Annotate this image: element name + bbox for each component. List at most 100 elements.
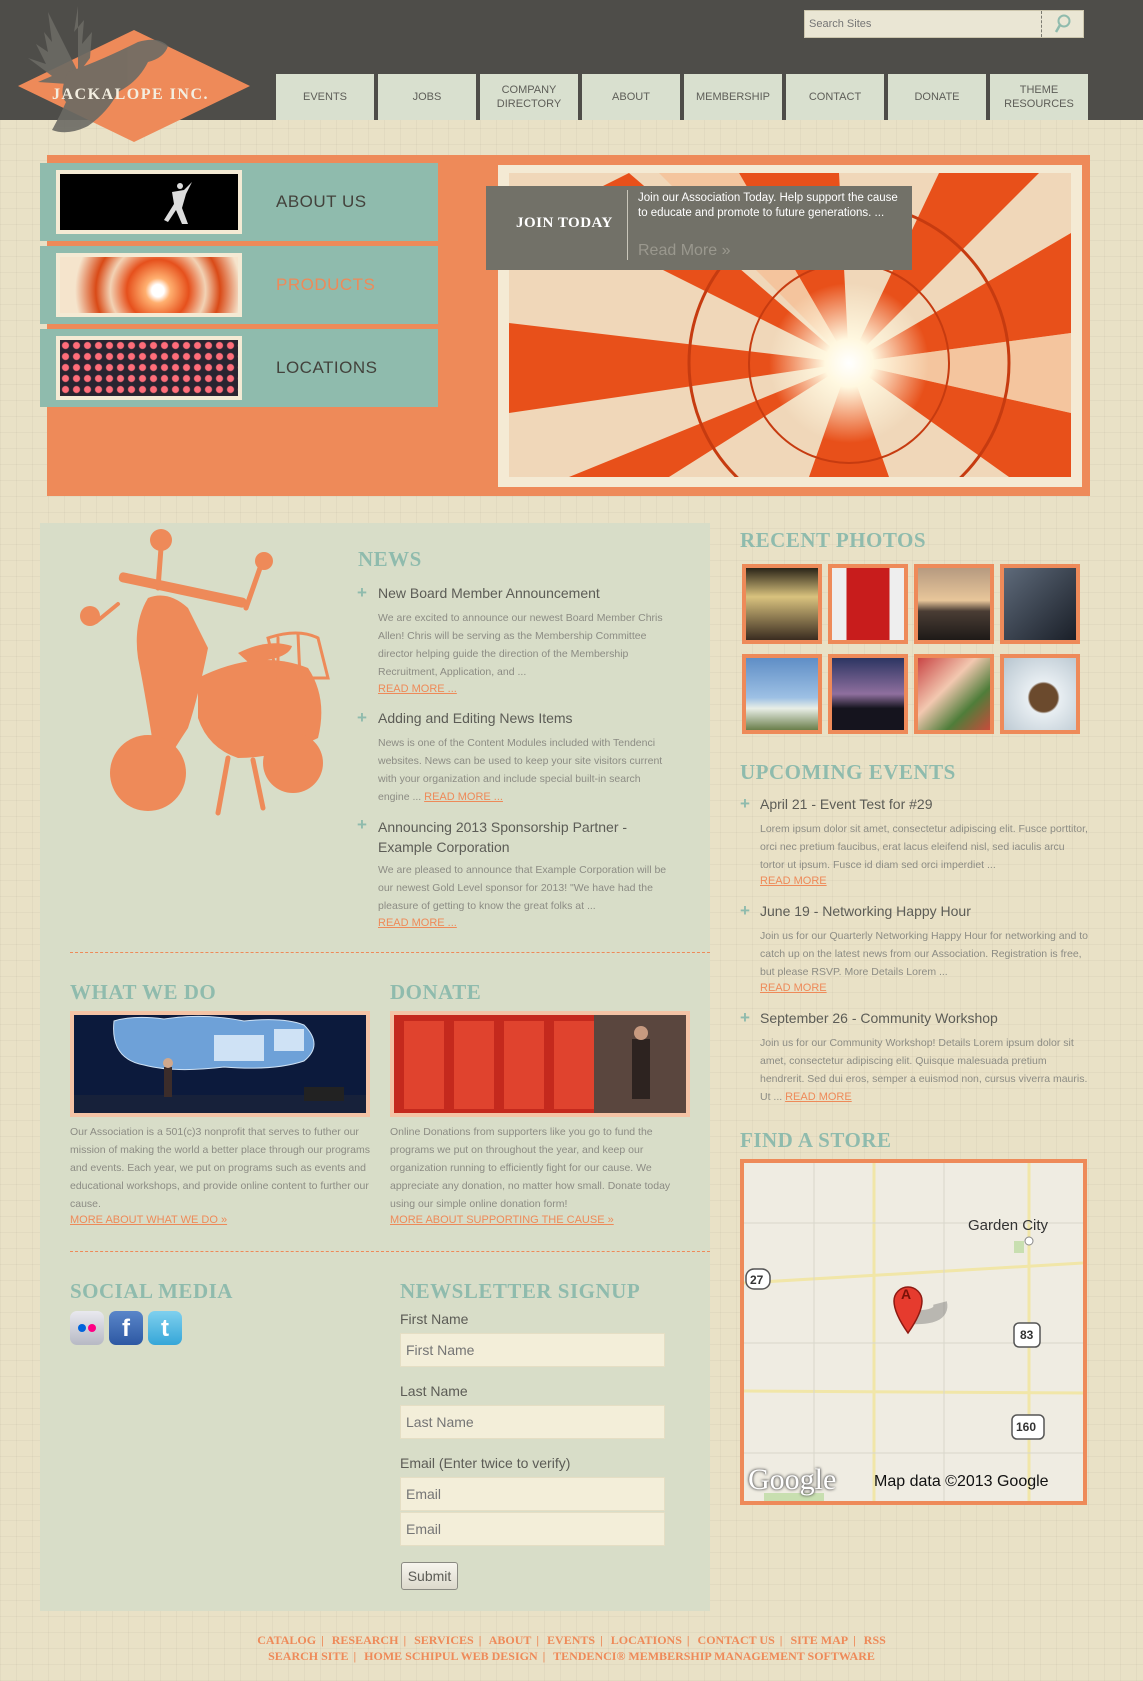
event-read-more-link[interactable]: READ MORE xyxy=(785,1091,852,1103)
main-nav: EVENTS JOBS COMPANY DIRECTORY ABOUT MEMB… xyxy=(276,74,1092,120)
map-city-label: Garden City xyxy=(968,1217,1049,1234)
photo-thumbnail[interactable] xyxy=(1000,654,1080,734)
find-a-store-heading: FIND A STORE xyxy=(740,1128,892,1152)
event-body: Join us for our Quarterly Networking Hap… xyxy=(760,930,1088,978)
photo-thumbnail[interactable] xyxy=(828,654,908,734)
nav-about[interactable]: ABOUT xyxy=(582,74,680,120)
email-confirm-input[interactable] xyxy=(400,1512,665,1546)
news-read-more-link[interactable]: READ MORE ... xyxy=(378,683,457,695)
plus-icon: + xyxy=(740,1008,750,1027)
recent-photos-heading: RECENT PHOTOS xyxy=(740,528,927,552)
submit-button[interactable]: Submit xyxy=(401,1562,458,1590)
footer-links: CATALOG | RESEARCH | SERVICES | ABOUT | EVEN… xyxy=(0,1632,1143,1664)
search-icon xyxy=(1054,14,1070,33)
email-input[interactable] xyxy=(400,1477,665,1511)
footer-link-home-schipul[interactable]: HOME SCHIPUL WEB DESIGN xyxy=(364,1649,537,1663)
footer-link-tendenci[interactable]: TENDENCI® MEMBERSHIP MANAGEMENT SOFTWARE xyxy=(553,1649,875,1663)
tile-about-us[interactable]: ABOUT US xyxy=(40,163,438,241)
search-input[interactable] xyxy=(805,11,1041,37)
footer-link-events[interactable]: EVENTS xyxy=(547,1633,595,1647)
nav-contact[interactable]: CONTACT xyxy=(786,74,884,120)
email-label: Email (Enter twice to verify) xyxy=(400,1455,571,1471)
event-read-more-link[interactable]: READ MORE xyxy=(760,982,827,994)
photo-thumbnail[interactable] xyxy=(742,564,822,644)
plus-icon: + xyxy=(740,794,750,813)
footer-link-search-site[interactable]: SEARCH SITE xyxy=(268,1649,348,1663)
tile-products[interactable]: PRODUCTS xyxy=(40,246,438,324)
first-name-input[interactable] xyxy=(400,1333,665,1367)
newsletter-heading: NEWSLETTER SIGNUP xyxy=(400,1279,641,1303)
facebook-icon[interactable]: f xyxy=(109,1311,143,1345)
join-divider xyxy=(627,190,628,260)
what-we-do-more-link[interactable]: MORE ABOUT WHAT WE DO » xyxy=(70,1214,227,1226)
footer-link-locations[interactable]: LOCATIONS xyxy=(611,1633,682,1647)
news-read-more-link[interactable]: READ MORE ... xyxy=(424,791,503,803)
jackalope-logo-icon xyxy=(28,6,168,133)
join-read-more-link[interactable]: Read More » xyxy=(638,242,731,260)
lights-thumbnail xyxy=(56,336,242,400)
news-item-body: We are excited to announce our newest Bo… xyxy=(378,612,663,678)
tile-label-about: ABOUT US xyxy=(276,192,367,211)
google-logo: Google xyxy=(748,1463,837,1496)
news-read-more-link[interactable]: READ MORE ... xyxy=(378,917,457,929)
plus-icon: + xyxy=(357,583,367,602)
join-today-callout[interactable]: JOIN TODAY Join our Association Today. H… xyxy=(486,186,912,270)
join-today-title: JOIN TODAY xyxy=(516,215,613,231)
news-item-title[interactable]: Announcing 2013 Sponsorship Partner - Ex… xyxy=(378,817,668,857)
footer-link-research[interactable]: RESEARCH xyxy=(332,1633,399,1647)
photo-thumbnail[interactable] xyxy=(828,564,908,644)
news-item-title[interactable]: Adding and Editing News Items xyxy=(378,710,573,726)
footer-link-about[interactable]: ABOUT xyxy=(489,1633,532,1647)
nav-membership[interactable]: MEMBERSHIP xyxy=(684,74,782,120)
nav-theme-resources[interactable]: THEME RESOURCES xyxy=(990,74,1088,120)
tile-label-products: PRODUCTS xyxy=(276,275,376,294)
photo-thumbnail[interactable] xyxy=(1000,564,1080,644)
donate-text: Online Donations from supporters like yo… xyxy=(390,1126,671,1210)
footer-link-contact[interactable]: CONTACT US xyxy=(698,1633,775,1647)
route-27-label: 27 xyxy=(750,1273,764,1287)
what-we-do-text: Our Association is a 501(c)3 nonprofit t… xyxy=(70,1126,370,1210)
donate-photo[interactable] xyxy=(390,1011,690,1117)
photo-thumbnail[interactable] xyxy=(914,654,994,734)
photo-thumbnail[interactable] xyxy=(742,654,822,734)
flickr-icon[interactable] xyxy=(70,1311,104,1345)
section-divider xyxy=(70,952,710,953)
event-read-more-link[interactable]: READ MORE xyxy=(760,875,827,887)
social-media-heading: SOCIAL MEDIA xyxy=(70,1279,233,1303)
store-map[interactable]: Garden City 27 83 160 A Google Map data … xyxy=(740,1159,1087,1505)
nav-events[interactable]: EVENTS xyxy=(276,74,374,120)
event-body: Lorem ipsum dolor sit amet, consectetur … xyxy=(760,823,1088,871)
upcoming-events-heading: UPCOMING EVENTS xyxy=(740,760,956,784)
map-marker[interactable]: A xyxy=(901,1286,911,1302)
plus-icon: + xyxy=(740,901,750,920)
nav-donate[interactable]: DONATE xyxy=(888,74,986,120)
section-divider xyxy=(70,1251,710,1252)
footer-link-site-map[interactable]: SITE MAP xyxy=(790,1633,848,1647)
donate-more-link[interactable]: MORE ABOUT SUPPORTING THE CAUSE » xyxy=(390,1214,614,1226)
tile-locations[interactable]: LOCATIONS xyxy=(40,329,438,407)
event-title[interactable]: April 21 - Event Test for #29 xyxy=(760,796,933,812)
plus-icon: + xyxy=(357,815,367,834)
nav-jobs[interactable]: JOBS xyxy=(378,74,476,120)
nav-company-directory[interactable]: COMPANY DIRECTORY xyxy=(480,74,578,120)
footer-link-services[interactable]: SERVICES xyxy=(414,1633,474,1647)
route-83-label: 83 xyxy=(1020,1328,1034,1342)
search-button[interactable] xyxy=(1041,11,1083,37)
footer-link-rss[interactable]: RSS xyxy=(864,1633,886,1647)
last-name-label: Last Name xyxy=(400,1383,468,1399)
news-item-body: We are pleased to announce that Example … xyxy=(378,864,667,912)
event-title[interactable]: September 26 - Community Workshop xyxy=(760,1010,998,1026)
search-box xyxy=(804,10,1084,38)
last-name-input[interactable] xyxy=(400,1405,665,1439)
photo-thumbnail[interactable] xyxy=(914,564,994,644)
brand-name[interactable]: JACKALOPE INC. xyxy=(52,86,209,104)
event-title[interactable]: June 19 - Networking Happy Hour xyxy=(760,903,971,919)
twitter-icon[interactable]: t xyxy=(148,1311,182,1345)
scooter-illustration xyxy=(80,529,330,816)
balloon-thumbnail xyxy=(56,253,242,317)
what-we-do-photo[interactable] xyxy=(70,1011,370,1117)
plus-icon: + xyxy=(357,708,367,727)
news-item-title[interactable]: New Board Member Announcement xyxy=(378,585,600,601)
footer-link-catalog[interactable]: CATALOG xyxy=(257,1633,316,1647)
footer-row-1: CATALOG | RESEARCH | SERVICES | ABOUT | EVEN… xyxy=(257,1633,886,1647)
